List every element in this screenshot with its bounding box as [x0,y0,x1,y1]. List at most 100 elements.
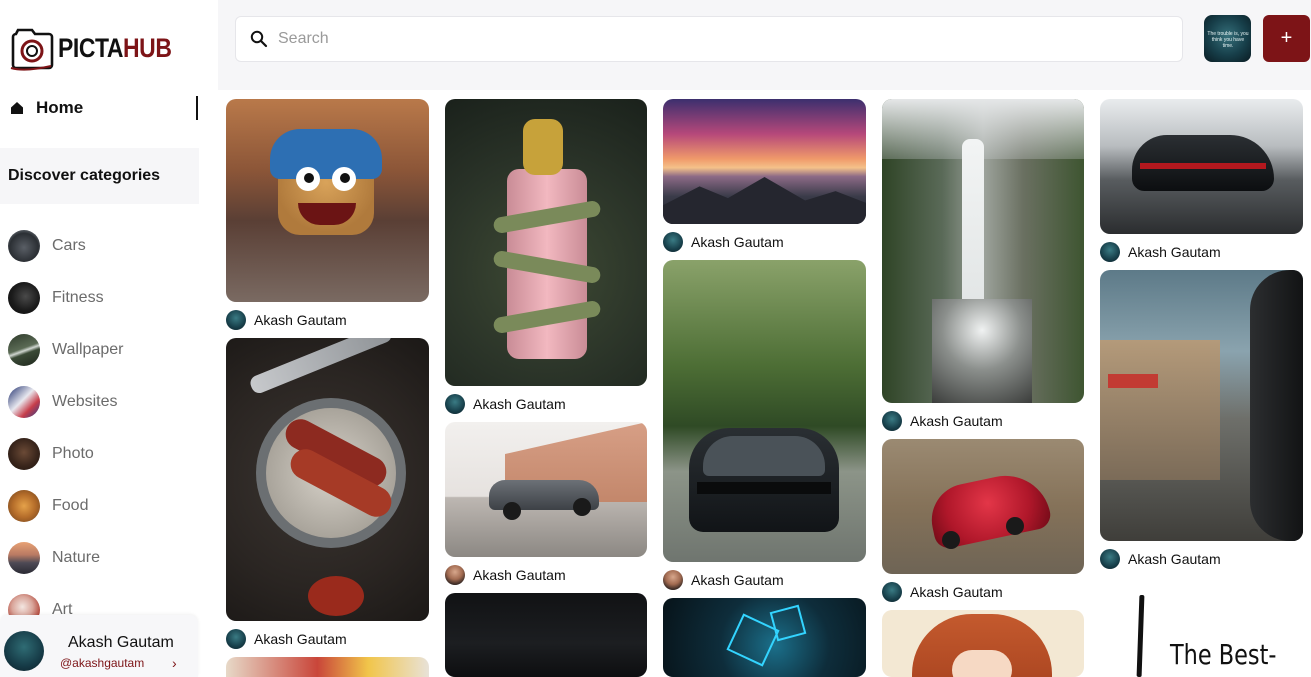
camera-logo-icon [10,28,54,71]
author-avatar [226,629,246,649]
avatar-caption: The trouble is, you think you have time. [1207,31,1249,49]
category-label: Cars [52,237,86,254]
pin-card[interactable]: Akash Gautam [445,422,647,585]
app-root: PICTAHUB Home Discover categories Cars F… [0,0,1311,677]
category-label: Fitness [52,289,104,306]
pin-author[interactable]: Akash Gautam [663,570,866,590]
pin-card[interactable]: Akash Gautam [882,439,1084,602]
pin-card[interactable]: Akash Gautam [882,99,1084,431]
pin-card[interactable] [445,593,647,677]
search-bar[interactable] [235,16,1183,62]
top-header: The trouble is, you think you have time.… [218,0,1311,90]
author-avatar [882,582,902,602]
pin-author[interactable]: Akash Gautam [226,629,429,649]
pin-card[interactable]: Akash Gautam [663,99,866,252]
pin-card[interactable]: Akash Gautam [1100,270,1303,569]
pin-image-cartoon-monster[interactable] [226,99,429,302]
avatar [4,631,44,671]
pin-image-dragon-tower[interactable] [445,99,647,386]
pin-image-sunset-mountains[interactable] [663,99,866,224]
pin-card[interactable]: Akash Gautam [445,99,647,414]
category-food[interactable]: Food [0,480,200,532]
pin-quote-card[interactable]: The Best- [1100,590,1310,677]
pin-card[interactable]: Akash Gautam [1100,99,1303,262]
pin-image-partial[interactable] [226,657,429,677]
brush-stroke [1136,594,1145,677]
category-label: Nature [52,549,101,566]
category-thumbnail [8,386,40,418]
chevron-right-icon[interactable]: › [172,655,177,671]
pin-image-rainy-window[interactable] [1100,270,1303,541]
pin-author[interactable]: Akash Gautam [226,310,429,330]
home-icon [11,102,23,114]
pin-card[interactable]: Akash Gautam [226,99,429,330]
author-avatar [663,232,683,252]
search-input[interactable] [278,30,1138,48]
category-fitness[interactable]: Fitness [0,272,200,324]
category-cars[interactable]: Cars [0,220,200,272]
category-thumbnail [8,438,40,470]
pin-author[interactable]: Akash Gautam [882,582,1084,602]
pin-image-anime-portrait[interactable] [882,610,1084,677]
logo[interactable]: PICTAHUB [10,22,192,74]
pin-author[interactable]: Akash Gautam [1100,242,1303,262]
quote-text: The Best- [1170,638,1277,671]
logo-wordmark: PICTAHUB [58,32,172,63]
pin-image-dark[interactable] [445,593,647,677]
author-avatar [226,310,246,330]
category-photo[interactable]: Photo [0,428,200,480]
user-profile-card[interactable]: Akash Gautam @akashgautam › [0,615,198,677]
category-wallpaper[interactable]: Wallpaper [0,324,200,376]
pin-image-neon-cubes[interactable] [663,598,866,677]
pin-image-red-sportscar[interactable] [882,439,1084,574]
category-websites[interactable]: Websites [0,376,200,428]
author-avatar [445,394,465,414]
author-avatar [1100,549,1120,569]
author-avatar [663,570,683,590]
author-name: Akash Gautam [691,572,784,588]
author-name: Akash Gautam [1128,551,1221,567]
author-name: Akash Gautam [691,234,784,250]
pin-author[interactable]: Akash Gautam [882,411,1084,431]
pin-author[interactable]: Akash Gautam [445,394,647,414]
category-nature[interactable]: Nature [0,532,200,584]
discover-categories-heading: Discover categories [0,148,199,204]
author-name: Akash Gautam [910,413,1003,429]
pin-image-food-skewers[interactable] [226,338,429,621]
nav-home[interactable]: Home [0,92,200,124]
category-list: Cars Fitness Wallpaper Websites Photo Fo… [0,220,200,636]
category-thumbnail [8,230,40,262]
category-label: Websites [52,393,118,410]
nav-home-label: Home [36,98,84,117]
add-pin-button[interactable]: + [1263,15,1310,62]
category-thumbnail [8,334,40,366]
author-avatar [445,565,465,585]
pin-image-porsche-road[interactable] [1100,99,1303,234]
header-avatar[interactable]: The trouble is, you think you have time. [1204,15,1251,62]
pin-image-waterfall[interactable] [882,99,1084,403]
pin-card[interactable]: Akash Gautam [226,338,429,649]
author-avatar [882,411,902,431]
pin-card[interactable]: Akash Gautam [663,260,866,590]
category-thumbnail [8,542,40,574]
author-name: Akash Gautam [254,631,347,647]
pin-card[interactable] [882,610,1084,677]
category-thumbnail [8,490,40,522]
pin-author[interactable]: Akash Gautam [445,565,647,585]
category-thumbnail [8,282,40,314]
user-handle: @akashgautam [60,656,145,670]
active-indicator [196,96,198,120]
category-label: Wallpaper [52,341,124,358]
author-name: Akash Gautam [1128,244,1221,260]
sidebar: PICTAHUB Home Discover categories Cars F… [0,0,218,677]
pin-card[interactable] [226,657,429,677]
user-name: Akash Gautam [68,634,174,651]
pin-card[interactable] [663,598,866,677]
pin-author[interactable]: Akash Gautam [1100,549,1303,569]
author-name: Akash Gautam [473,567,566,583]
author-name: Akash Gautam [910,584,1003,600]
pin-image-audi-forest[interactable] [663,260,866,562]
author-avatar [1100,242,1120,262]
pin-image-sports-car[interactable] [445,422,647,557]
pin-author[interactable]: Akash Gautam [663,232,866,252]
